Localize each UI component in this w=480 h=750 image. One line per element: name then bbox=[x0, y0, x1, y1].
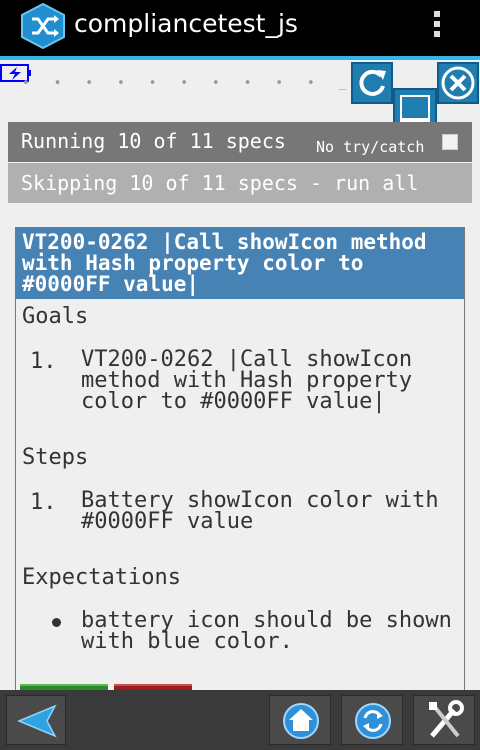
title-bar: compliancetest_js bbox=[0, 0, 480, 56]
expectations-heading: Expectations bbox=[22, 565, 181, 590]
close-button[interactable] bbox=[437, 62, 479, 104]
content-area[interactable]: • • • • • • • • • • _ Running 10 of 11 s… bbox=[0, 60, 480, 690]
app-title: compliancetest_js bbox=[74, 9, 298, 38]
spec-card: VT200-0262 |Call showIcon method with Ha… bbox=[15, 227, 465, 690]
expectation-text: battery icon should be shown with blue c… bbox=[81, 608, 452, 654]
wrench-screwdriver-icon bbox=[429, 700, 464, 738]
home-button[interactable] bbox=[269, 695, 331, 745]
bottom-toolbar bbox=[0, 690, 480, 750]
running-specs-bar: Running 10 of 11 specs No try/catch bbox=[8, 122, 472, 162]
back-button[interactable] bbox=[6, 695, 66, 745]
no-try-catch-label: No try/catch bbox=[316, 138, 425, 156]
expectation-bullet bbox=[52, 618, 61, 627]
reload-icon bbox=[359, 69, 386, 96]
goals-heading: Goals bbox=[22, 304, 89, 329]
app-shuffle-icon bbox=[21, 3, 65, 49]
step-number: 1. bbox=[30, 490, 57, 515]
spec-header-title: VT200-0262 |Call showIcon method with Ha… bbox=[22, 230, 427, 296]
back-arrow-icon bbox=[17, 704, 57, 738]
steps-heading: Steps bbox=[22, 445, 89, 470]
reload-button[interactable] bbox=[351, 62, 393, 104]
goal-text: VT200-0262 |Call showIcon method with Ha… bbox=[81, 347, 413, 414]
close-icon bbox=[441, 66, 475, 100]
home-icon bbox=[283, 703, 319, 739]
goal-number: 1. bbox=[30, 349, 57, 374]
settings-button[interactable] bbox=[413, 695, 475, 745]
spec-header: VT200-0262 |Call showIcon method with Ha… bbox=[16, 228, 464, 299]
refresh-icon bbox=[355, 703, 391, 739]
refresh-button[interactable] bbox=[341, 695, 403, 745]
step-text: Battery showIcon color with #0000FF valu… bbox=[81, 488, 439, 534]
skipping-specs-bar[interactable]: Skipping 10 of 11 specs - run all bbox=[8, 163, 472, 203]
skipping-specs-text[interactable]: Skipping 10 of 11 specs - run all bbox=[21, 171, 418, 195]
toolbar-dots: • • • • • • • • • • _ bbox=[22, 76, 355, 91]
no-try-catch-checkbox[interactable] bbox=[442, 134, 458, 150]
running-specs-text: Running 10 of 11 specs bbox=[21, 129, 286, 153]
overflow-menu-icon[interactable] bbox=[430, 8, 444, 42]
